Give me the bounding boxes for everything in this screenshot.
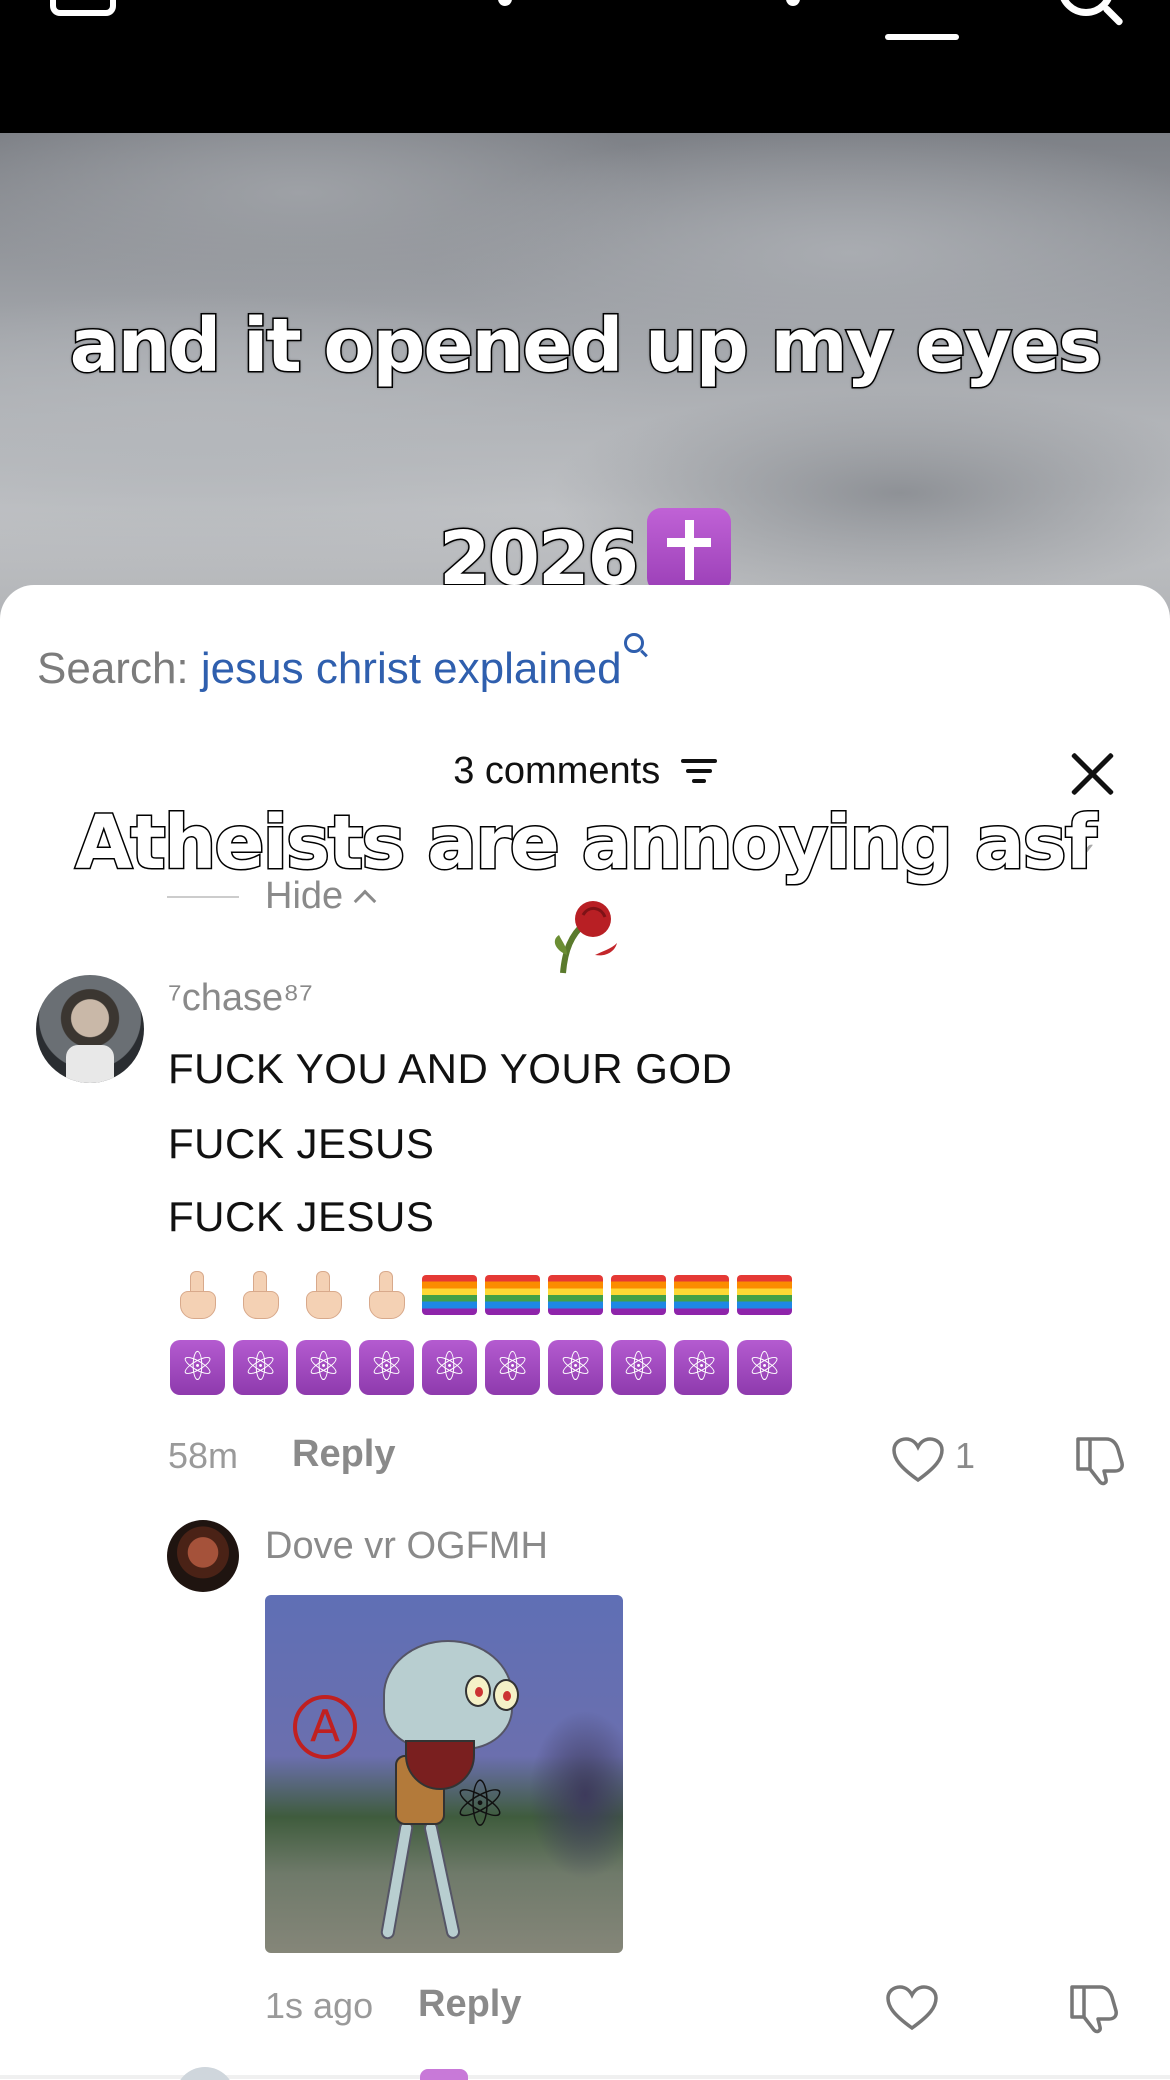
chevron-up-icon (353, 889, 377, 912)
inbox-icon[interactable] (50, 0, 116, 16)
next-comment-avatar[interactable] (175, 2067, 235, 2080)
comment-timestamp: 58m (168, 1435, 239, 1476)
next-comment-emoji-icon (420, 2069, 468, 2080)
anarchy-symbol-icon: A (293, 1695, 357, 1759)
heart-icon[interactable] (892, 1437, 944, 1483)
comments-header: 3 comments (0, 750, 1170, 793)
reply-timestamp: 1s ago (265, 1985, 374, 2026)
middle-finger-emoji-icon (233, 1267, 288, 1322)
comment-text-line: FUCK YOU AND YOUR GOD (168, 1045, 733, 1092)
close-icon[interactable] (1068, 750, 1116, 798)
atom-symbol-emoji-icon (422, 1340, 477, 1395)
rainbow-flag-emoji-icon (611, 1275, 666, 1315)
like-count: 1 (955, 1435, 976, 1476)
video-overlay-caption: Atheists are annoying asf (74, 799, 1099, 888)
wilted-rose-emoji-icon (554, 901, 617, 974)
reply-image-attachment[interactable]: A ⚛ (265, 1595, 623, 1953)
atom-symbol-emoji-icon (737, 1340, 792, 1395)
reply-username[interactable]: Dove vr OGFMH (265, 1525, 548, 1568)
latin-cross-emoji-icon (646, 508, 731, 592)
search-query-icon (623, 633, 644, 653)
avatar[interactable] (167, 1520, 239, 1592)
avatar[interactable] (36, 975, 144, 1083)
top-nav-bar (0, 0, 1170, 133)
comments-sheet: Search: jesus christ explained 3 comment… (0, 585, 1170, 2080)
search-icon[interactable] (1058, 0, 1114, 16)
rainbow-flag-emoji-icon (737, 1275, 792, 1315)
atom-symbol-emoji-icon (233, 1340, 288, 1395)
video-player[interactable]: and it opened up my eyes 2026 (0, 133, 1170, 633)
comment-text-line: FUCK JESUS (168, 1120, 435, 1167)
rainbow-flag-emoji-icon (674, 1275, 729, 1315)
tab-fragment (786, 0, 800, 6)
dislike-icon[interactable] (1066, 1981, 1120, 2035)
search-query-link[interactable]: jesus christ explained (201, 644, 622, 693)
search-label: Search: (37, 644, 189, 693)
rainbow-flag-emoji-icon (422, 1275, 477, 1315)
image-detail (379, 1819, 415, 1941)
comment-text-line: FUCK JESUS (168, 1193, 435, 1240)
related-search[interactable]: Search: jesus christ explained (37, 633, 644, 694)
dislike-icon[interactable] (1072, 1433, 1126, 1487)
middle-finger-emoji-icon (359, 1267, 414, 1322)
comment-username[interactable]: ⁷chase⁸⁷ (168, 977, 313, 1020)
sort-filter-icon[interactable] (680, 757, 717, 785)
atom-symbol-emoji-icon (170, 1340, 225, 1395)
atom-symbol-emoji-icon (548, 1340, 603, 1395)
comment-emoji-row (170, 1340, 792, 1395)
thread-line (167, 895, 239, 898)
image-detail (493, 1679, 519, 1711)
atom-symbol-icon: ⚛ (451, 1768, 509, 1842)
reply-button[interactable]: Reply (418, 1983, 521, 2026)
active-tab-indicator (885, 34, 959, 40)
middle-finger-emoji-icon (296, 1267, 351, 1322)
divider (0, 2075, 1170, 2079)
comment-emoji-row (170, 1267, 792, 1322)
middle-finger-emoji-icon (170, 1267, 225, 1322)
atom-symbol-emoji-icon (611, 1340, 666, 1395)
image-detail (465, 1675, 491, 1707)
reply-button[interactable]: Reply (292, 1433, 395, 1476)
atom-symbol-emoji-icon (296, 1340, 351, 1395)
comments-count: 3 comments (453, 750, 661, 792)
heart-icon[interactable] (886, 1985, 938, 2031)
tab-fragment (498, 0, 512, 6)
atom-symbol-emoji-icon (485, 1340, 540, 1395)
atom-symbol-emoji-icon (359, 1340, 414, 1395)
video-caption-line1: and it opened up my eyes (68, 302, 1104, 391)
rainbow-flag-emoji-icon (485, 1275, 540, 1315)
rainbow-flag-emoji-icon (548, 1275, 603, 1315)
atom-symbol-emoji-icon (674, 1340, 729, 1395)
